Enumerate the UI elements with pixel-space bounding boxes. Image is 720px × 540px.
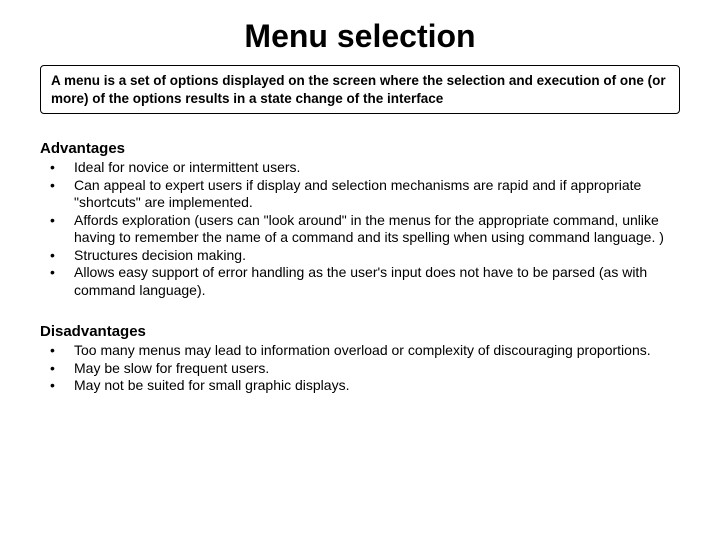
list-item: Can appeal to expert users if display an… xyxy=(40,177,680,212)
disadvantages-section: Disadvantages Too many menus may lead to… xyxy=(40,323,680,395)
list-item: Too many menus may lead to information o… xyxy=(40,342,680,360)
list-item: Affords exploration (users can "look aro… xyxy=(40,212,680,247)
advantages-list: Ideal for novice or intermittent users. … xyxy=(40,159,680,299)
advantages-heading: Advantages xyxy=(40,140,680,157)
slide-title: Menu selection xyxy=(40,18,680,55)
list-item: Ideal for novice or intermittent users. xyxy=(40,159,680,177)
list-item: Allows easy support of error handling as… xyxy=(40,264,680,299)
disadvantages-heading: Disadvantages xyxy=(40,323,680,340)
list-item: May be slow for frequent users. xyxy=(40,360,680,378)
disadvantages-list: Too many menus may lead to information o… xyxy=(40,342,680,395)
advantages-section: Advantages Ideal for novice or intermitt… xyxy=(40,140,680,299)
definition-box: A menu is a set of options displayed on … xyxy=(40,65,680,114)
list-item: May not be suited for small graphic disp… xyxy=(40,377,680,395)
list-item: Structures decision making. xyxy=(40,247,680,265)
